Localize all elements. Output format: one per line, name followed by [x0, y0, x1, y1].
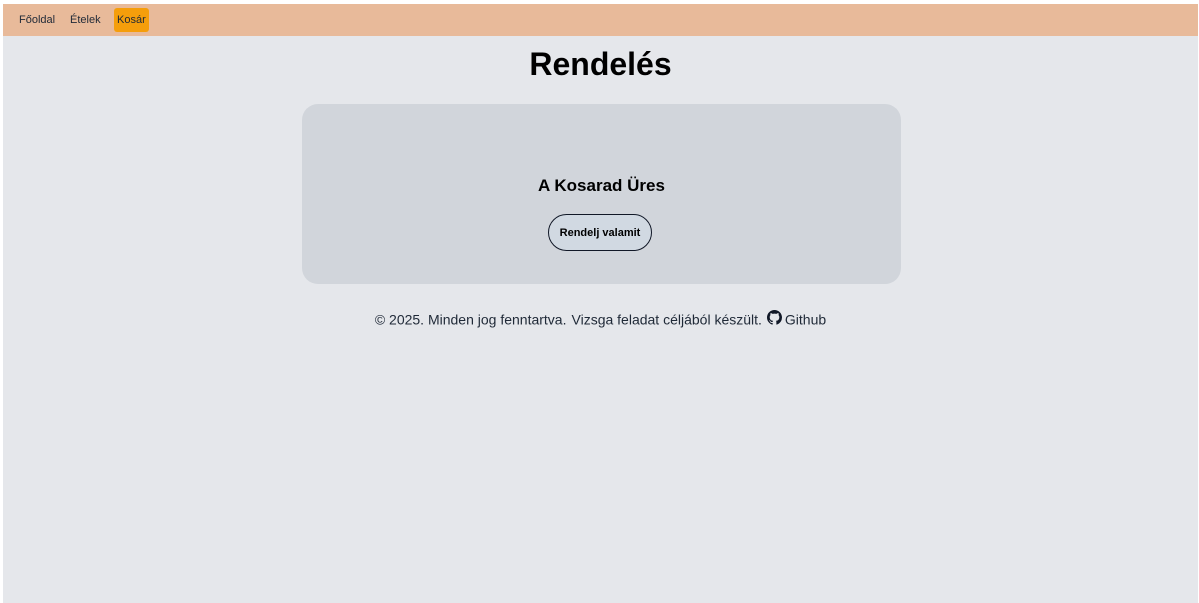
github-label: Github — [784, 311, 827, 328]
github-icon — [766, 310, 782, 325]
navbar: Főoldal Ételek Kosár — [3, 4, 1198, 36]
footer: © 2025. Minden jog fenntartva. Vizsga fel… — [3, 309, 1198, 328]
page-title: Rendelés — [529, 46, 672, 82]
nav-link-home[interactable]: Főoldal — [16, 8, 58, 32]
app-frame: Főoldal Ételek Kosár Rendelés A Kosarad … — [3, 4, 1198, 603]
nav-link-cart[interactable]: Kosár — [114, 8, 149, 32]
github-link[interactable]: Github — [766, 310, 827, 328]
footer-copyright: © 2025. Minden jog fenntartva. — [374, 311, 567, 328]
cart-card: A Kosarad Üres Rendelj valamit — [302, 104, 901, 284]
footer-note: Vizsga feladat céljából készült. — [571, 311, 762, 328]
cart-empty-message: A Kosarad Üres — [538, 176, 665, 195]
order-something-button[interactable]: Rendelj valamit — [548, 214, 652, 251]
nav-link-foods[interactable]: Ételek — [67, 8, 104, 32]
